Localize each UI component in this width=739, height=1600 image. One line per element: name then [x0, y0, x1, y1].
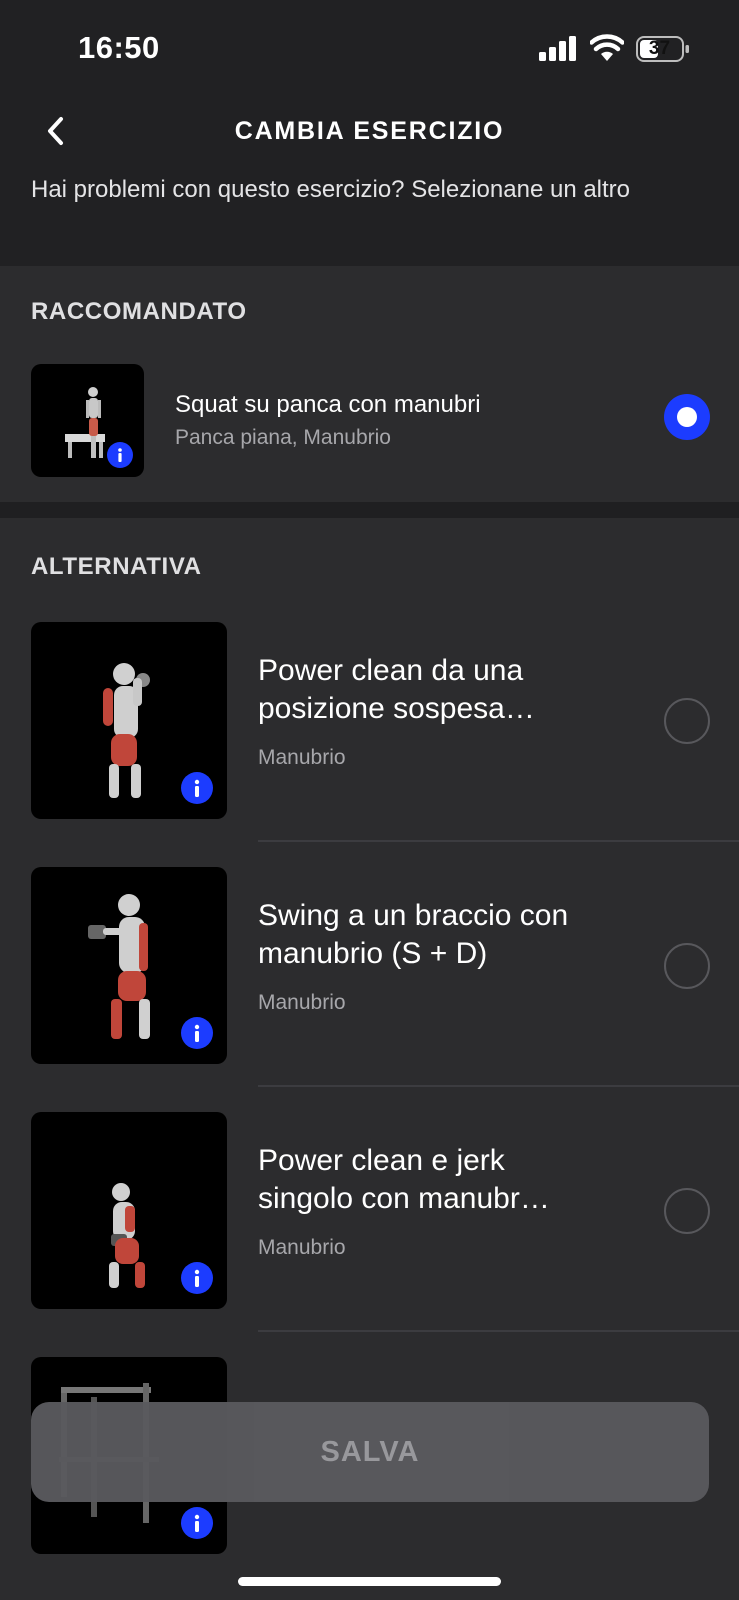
list-item[interactable]: Swing a un braccio con manubrio (S + D) …	[0, 865, 739, 1079]
row-separator	[258, 1085, 739, 1087]
exercise-thumbnail	[31, 364, 144, 477]
exercise-equipment: Panca piana, Manubrio	[175, 426, 391, 449]
exercise-equipment: Manubrio	[258, 991, 346, 1014]
section-title-alternative: ALTERNATIVA	[31, 553, 202, 580]
exercise-equipment: Manubrio	[258, 1236, 346, 1259]
save-button[interactable]: SALVA	[31, 1402, 709, 1502]
section-title-recommended: RACCOMANDATO	[31, 298, 247, 325]
exercise-name: Swing a un braccio con manubrio (S + D)	[258, 899, 569, 970]
exercise-thumbnail	[31, 867, 227, 1064]
status-bar: 16:50 37	[0, 0, 739, 96]
radio-unselected[interactable]	[664, 1188, 710, 1234]
home-indicator[interactable]	[238, 1577, 501, 1586]
recommended-section: RACCOMANDATO Squat su panca con manubri …	[0, 266, 739, 502]
exercise-thumbnail	[31, 622, 227, 819]
radio-selected[interactable]	[664, 394, 710, 440]
header-area: 16:50 37 CAMBIA ESERCIZIO Hai problemi c…	[0, 0, 739, 266]
info-icon[interactable]	[181, 1507, 213, 1539]
status-time: 16:50	[78, 30, 160, 65]
list-item[interactable]: Squat su panca con manubri Panca piana, …	[0, 362, 739, 478]
battery-icon: 37	[636, 36, 690, 62]
exercise-name: Power clean da una posizione sospesa…	[258, 654, 535, 725]
cellular-signal-icon	[539, 36, 576, 61]
exercise-name: Squat su panca con manubri	[175, 391, 481, 418]
info-icon[interactable]	[181, 1017, 213, 1049]
page-subtitle: Hai problemi con questo esercizio? Selez…	[31, 176, 631, 203]
wifi-icon	[590, 34, 624, 61]
list-item[interactable]: Power clean da una posizione sospesa… Ma…	[0, 620, 739, 834]
section-divider	[0, 502, 739, 518]
info-icon[interactable]	[181, 1262, 213, 1294]
exercise-equipment: Manubrio	[258, 746, 346, 769]
exercise-name: Power clean e jerk singolo con manubr…	[258, 1144, 550, 1215]
radio-unselected[interactable]	[664, 943, 710, 989]
info-icon[interactable]	[181, 772, 213, 804]
info-icon[interactable]	[107, 442, 133, 468]
page-title: CAMBIA ESERCIZIO	[234, 117, 505, 145]
radio-dot	[677, 407, 697, 427]
radio-unselected[interactable]	[664, 698, 710, 744]
row-separator	[258, 1330, 739, 1332]
battery-level: 37	[648, 38, 671, 59]
exercise-thumbnail	[31, 1112, 227, 1309]
list-item[interactable]: Power clean e jerk singolo con manubr… M…	[0, 1110, 739, 1324]
row-separator	[258, 840, 739, 842]
